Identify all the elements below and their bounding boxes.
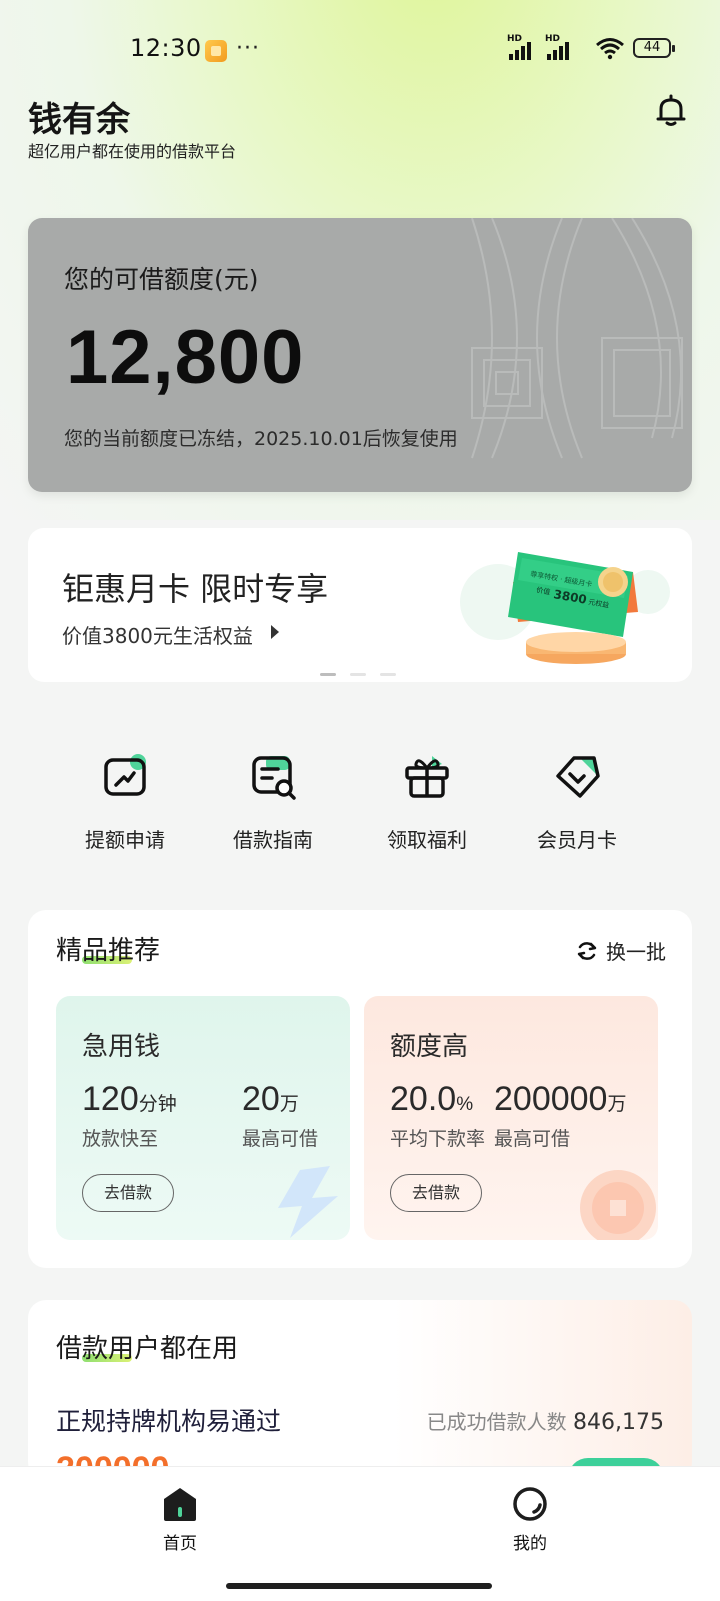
pager-dot bbox=[320, 673, 336, 676]
product-stat-label: 平均下款率 bbox=[390, 1128, 486, 1150]
product-stat-label: 最高可借 bbox=[494, 1128, 571, 1150]
signal-icon: HD bbox=[507, 34, 541, 60]
quick-entry-label: 借款指南 bbox=[233, 828, 313, 852]
tab-label: 我的 bbox=[513, 1534, 547, 1554]
product-stat-value: 20.0% bbox=[390, 1080, 474, 1118]
borrow-button[interactable]: 去借款 bbox=[82, 1174, 174, 1212]
wifi-icon bbox=[596, 38, 624, 60]
home-indicator[interactable] bbox=[226, 1583, 492, 1589]
product-stat-value: 20万 bbox=[242, 1080, 299, 1118]
lightning-decoration-icon bbox=[278, 1166, 338, 1238]
promo-title: 钜惠月卡 限时专享 bbox=[62, 570, 329, 608]
member-card-illustration: 尊享特权 · 超级月卡 价值 3800 元权益 bbox=[460, 552, 670, 664]
users-subtitle: 正规持牌机构易通过 bbox=[56, 1407, 282, 1436]
quick-entry-label: 会员月卡 bbox=[537, 828, 617, 852]
quick-entry-limit-increase[interactable]: 提额申请 bbox=[60, 752, 190, 853]
users-title: 借款用户都在用 bbox=[56, 1334, 239, 1364]
product-stat-value: 200000万 bbox=[494, 1080, 627, 1118]
product-card-high-limit[interactable]: 额度高 20.0% 平均下款率 200000万 最高可借 去借款 bbox=[364, 996, 658, 1240]
refresh-icon bbox=[577, 941, 597, 960]
home-icon bbox=[164, 1488, 196, 1521]
bottom-tab-bar: 首页 我的 bbox=[0, 1466, 720, 1601]
more-notifications-icon: ··· bbox=[236, 36, 260, 61]
profile-icon bbox=[513, 1487, 547, 1521]
quick-entry-label: 领取福利 bbox=[387, 828, 467, 852]
status-bar: 12:30 ··· HD HD 44 bbox=[0, 0, 720, 100]
limit-increase-icon bbox=[104, 754, 146, 796]
quick-entry-member-card[interactable]: 会员月卡 bbox=[512, 752, 642, 853]
bell-icon[interactable] bbox=[654, 94, 688, 128]
credit-limit-card[interactable]: 您的可借额度(元) 12,800 您的当前额度已冻结，2025.10.01后恢复… bbox=[28, 218, 692, 492]
status-time: 12:30 bbox=[130, 34, 202, 62]
recommend-title: 精品推荐 bbox=[56, 936, 161, 966]
credit-card-watermark bbox=[471, 218, 683, 459]
signal-icon: HD bbox=[545, 34, 579, 60]
product-stat-label: 放款快至 bbox=[82, 1128, 159, 1150]
battery-indicator: 44 bbox=[633, 38, 675, 58]
notification-app-icon bbox=[205, 40, 227, 62]
credit-limit-amount: 12,800 bbox=[66, 315, 305, 400]
promo-subtitle: 价值3800元生活权益 bbox=[62, 624, 253, 648]
gift-icon bbox=[405, 756, 449, 798]
tab-home[interactable]: 首页 bbox=[120, 1485, 240, 1554]
tab-profile[interactable]: 我的 bbox=[470, 1485, 590, 1554]
coin-decoration-icon bbox=[580, 1170, 656, 1240]
product-stat-value: 120分钟 bbox=[82, 1080, 177, 1118]
caret-right-icon bbox=[271, 625, 279, 639]
borrower-count: 已成功借款人数 846,175 bbox=[426, 1410, 664, 1435]
guide-search-icon bbox=[252, 756, 296, 800]
refresh-label: 换一批 bbox=[606, 940, 666, 964]
quick-entry-guide[interactable]: 借款指南 bbox=[208, 752, 338, 853]
credit-limit-label: 您的可借额度(元) bbox=[64, 265, 259, 294]
borrow-button[interactable]: 去借款 bbox=[390, 1174, 482, 1212]
promo-pager bbox=[320, 673, 396, 676]
quick-entry-label: 提额申请 bbox=[85, 828, 165, 852]
app-subtitle: 超亿用户都在使用的借款平台 bbox=[28, 142, 237, 161]
app-title: 钱有余 bbox=[28, 100, 130, 140]
product-card-urgent[interactable]: 急用钱 120分钟 放款快至 20万 最高可借 去借款 bbox=[56, 996, 350, 1240]
quick-entry-welfare[interactable]: 领取福利 bbox=[362, 752, 492, 853]
tab-label: 首页 bbox=[163, 1534, 197, 1554]
users-section: 借款用户都在用 正规持牌机构易通过 已成功借款人数 846,175 200000 bbox=[28, 1300, 692, 1480]
refresh-button[interactable]: 换一批 bbox=[576, 936, 666, 965]
recommend-section: 精品推荐 换一批 急用钱 120分钟 放款快至 20万 最高可借 去借款 额度高… bbox=[28, 910, 692, 1268]
promo-banner[interactable]: 钜惠月卡 限时专享 价值3800元生活权益 尊享特权 · 超级月卡 价值 380… bbox=[28, 528, 692, 682]
pager-dot bbox=[350, 673, 366, 676]
product-name: 额度高 bbox=[390, 1032, 469, 1062]
pager-dot bbox=[380, 673, 396, 676]
product-stat-label: 最高可借 bbox=[242, 1128, 319, 1150]
member-tag-icon bbox=[556, 756, 600, 798]
product-name: 急用钱 bbox=[82, 1032, 161, 1062]
credit-frozen-note: 您的当前额度已冻结，2025.10.01后恢复使用 bbox=[64, 428, 458, 450]
